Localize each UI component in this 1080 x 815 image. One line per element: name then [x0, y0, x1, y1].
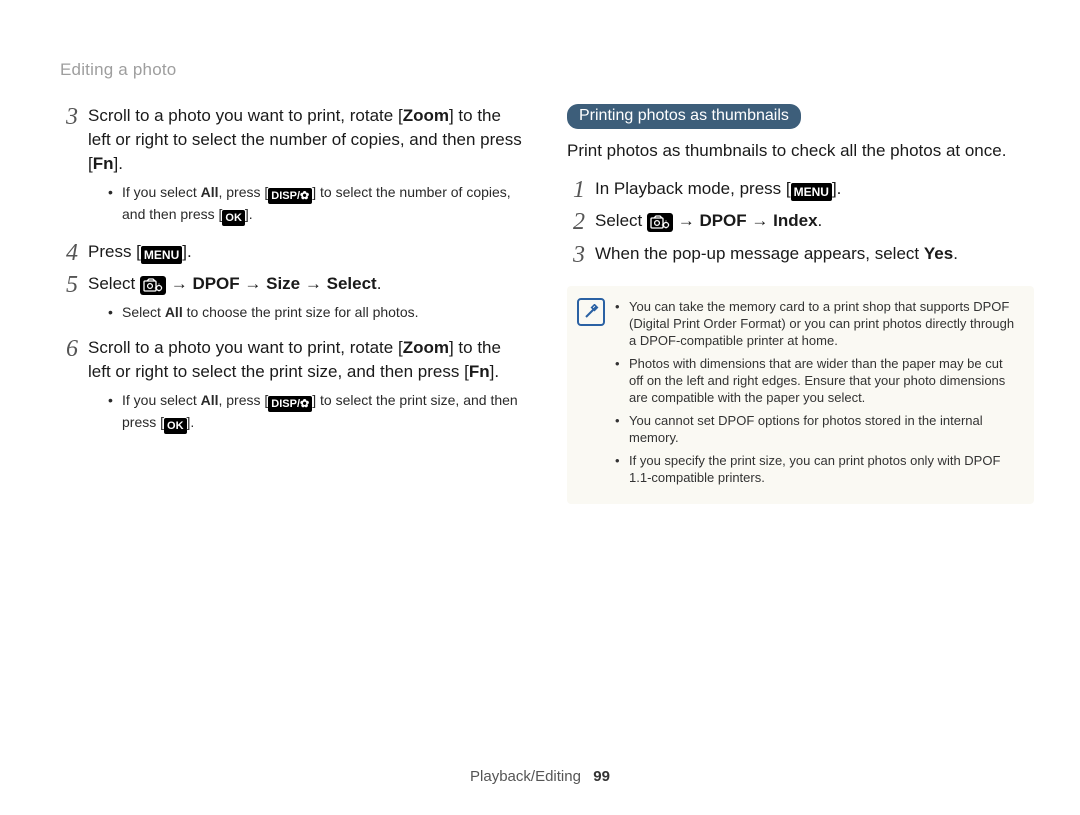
t: Scroll to a photo you want to print, rot…: [88, 338, 403, 357]
page-footer: Playback/Editing 99: [60, 758, 1020, 785]
step-text: ].: [114, 154, 123, 173]
dpof-label: DPOF: [699, 211, 746, 230]
step-r2: 2 Select → DPOF → Index.: [567, 209, 1034, 235]
section-intro: Print photos as thumbnails to check all …: [567, 139, 1034, 163]
ok-icon: OK: [164, 418, 187, 434]
step-r1: 1 In Playback mode, press [MENU].: [567, 177, 1034, 203]
arrow-icon: →: [240, 274, 266, 293]
note-item: If you specify the print size, you can p…: [615, 452, 1020, 486]
step-r3: 3 When the pop-up message appears, selec…: [567, 242, 1034, 268]
arrow-icon: →: [300, 274, 326, 293]
step-number: 4: [60, 240, 78, 266]
t: Select: [595, 211, 647, 230]
yes-label: Yes: [924, 244, 953, 263]
t: ].: [490, 362, 499, 381]
disp-icon: DISP/✿: [268, 188, 312, 204]
footer-section: Playback/Editing: [470, 768, 581, 785]
t: , press [: [218, 392, 268, 408]
section-pill: Printing photos as thumbnails: [567, 104, 801, 129]
note-item: You can take the memory card to a print …: [615, 298, 1020, 349]
step-6: 6 Scroll to a photo you want to print, r…: [60, 336, 527, 442]
ok-icon: OK: [222, 210, 245, 226]
photo-settings-icon: [647, 213, 673, 232]
note-box: You can take the memory card to a print …: [567, 286, 1034, 504]
t: Select: [122, 304, 165, 320]
left-column: 3 Scroll to a photo you want to print, r…: [60, 104, 527, 758]
t: When the pop-up message appears, select: [595, 244, 924, 263]
note-item: Photos with dimensions that are wider th…: [615, 355, 1020, 406]
note-icon: [577, 298, 605, 326]
dpof-label: DPOF: [192, 274, 239, 293]
arrow-icon: →: [673, 211, 699, 230]
step-number: 5: [60, 272, 78, 330]
size-label: Size: [266, 274, 300, 293]
zoom-label: Zoom: [403, 106, 449, 125]
t: ].: [245, 206, 253, 222]
menu-icon: MENU: [141, 246, 182, 264]
zoom-label: Zoom: [403, 338, 449, 357]
step-number: 3: [567, 242, 585, 268]
t: ].: [187, 414, 195, 430]
t: ].: [182, 242, 191, 261]
step-4: 4 Press [MENU].: [60, 240, 527, 266]
step-text: Scroll to a photo you want to print, rot…: [88, 106, 403, 125]
disp-icon: DISP/✿: [268, 396, 312, 412]
step-5: 5 Select → DPOF → Size → Select. Select …: [60, 272, 527, 330]
step-number: 2: [567, 209, 585, 235]
step-number: 3: [60, 104, 78, 234]
index-label: Index: [773, 211, 817, 230]
step-3: 3 Scroll to a photo you want to print, r…: [60, 104, 527, 234]
t: to choose the print size for all photos.: [183, 304, 419, 320]
t: , press [: [218, 184, 268, 200]
note-item: You cannot set DPOF options for photos s…: [615, 412, 1020, 446]
all-label: All: [201, 392, 219, 408]
step-number: 6: [60, 336, 78, 442]
arrow-icon: →: [166, 274, 192, 293]
t: Press [: [88, 242, 141, 261]
arrow-icon: →: [747, 211, 773, 230]
t: ].: [832, 179, 841, 198]
select-label: Select: [327, 274, 377, 293]
page-header: Editing a photo: [60, 60, 1020, 80]
t: .: [818, 211, 823, 230]
step-number: 1: [567, 177, 585, 203]
t: In Playback mode, press [: [595, 179, 791, 198]
sub-bullet: If you select All, press [DISP/✿] to sel…: [88, 182, 527, 226]
photo-settings-icon: [140, 276, 166, 295]
all-label: All: [165, 304, 183, 320]
sub-bullet: Select All to choose the print size for …: [88, 302, 419, 322]
fn-icon: Fn: [93, 152, 114, 176]
t: .: [953, 244, 958, 263]
sub-bullet: If you select All, press [DISP/✿] to sel…: [88, 390, 527, 434]
all-label: All: [201, 184, 219, 200]
menu-icon: MENU: [791, 183, 832, 201]
page-number: 99: [593, 768, 610, 785]
t: If you select: [122, 184, 201, 200]
t: .: [377, 274, 382, 293]
fn-icon: Fn: [469, 360, 490, 384]
right-column: Printing photos as thumbnails Print phot…: [567, 104, 1034, 758]
t: Select: [88, 274, 140, 293]
t: If you select: [122, 392, 201, 408]
